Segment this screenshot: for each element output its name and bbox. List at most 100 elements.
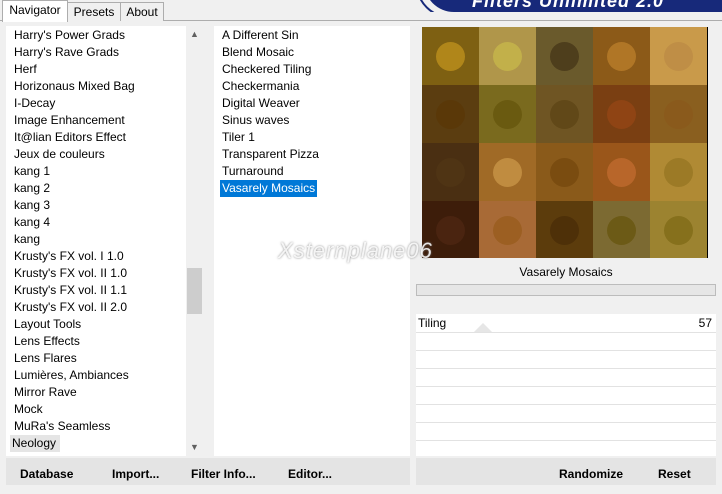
category-item[interactable]: Krusty's FX vol. I 1.0 bbox=[14, 248, 124, 265]
category-item[interactable]: kang 4 bbox=[14, 214, 50, 231]
filter-item[interactable]: Checkermania bbox=[220, 78, 301, 95]
reset-button[interactable]: Reset bbox=[658, 458, 691, 485]
preview-tile bbox=[536, 201, 593, 258]
filter-item[interactable]: Checkered Tiling bbox=[220, 61, 313, 78]
banner-title: Filters Unlimited 2.0 bbox=[472, 0, 665, 11]
banner: Filters Unlimited 2.0 bbox=[410, 0, 722, 12]
randomize-button[interactable]: Randomize bbox=[559, 458, 623, 485]
parameter-panel: Tiling 57 bbox=[416, 314, 716, 456]
divider bbox=[416, 350, 716, 351]
preview-tile-dot bbox=[607, 100, 636, 129]
parameter-label: Tiling bbox=[418, 316, 447, 330]
scroll-thumb[interactable] bbox=[187, 268, 202, 314]
preview-tile-dot bbox=[436, 158, 465, 187]
category-item[interactable]: kang 3 bbox=[14, 197, 50, 214]
filter-info-button[interactable]: Filter Info... bbox=[191, 458, 256, 485]
category-item[interactable]: MuRa's Seamless bbox=[14, 418, 110, 435]
filter-item[interactable]: Transparent Pizza bbox=[220, 146, 321, 163]
filter-item[interactable]: Turnaround bbox=[220, 163, 286, 180]
parameter-row-tiling[interactable]: Tiling 57 bbox=[416, 314, 716, 332]
preview-tile-dot bbox=[664, 100, 693, 129]
preview-tile bbox=[479, 143, 536, 201]
filter-item[interactable]: Tiler 1 bbox=[220, 129, 257, 146]
right-button-bar: Randomize Reset bbox=[416, 458, 716, 485]
preview-tile bbox=[536, 143, 593, 201]
preview-tile bbox=[650, 143, 707, 201]
filter-item[interactable]: Sinus waves bbox=[220, 112, 291, 129]
preview-tile bbox=[593, 85, 650, 143]
database-button[interactable]: Database bbox=[20, 458, 73, 485]
category-item[interactable]: It@lian Editors Effect bbox=[14, 129, 126, 146]
left-button-bar: Database Import... Filter Info... Editor… bbox=[6, 458, 410, 485]
category-list[interactable]: Harry's Power Grads Harry's Rave Grads Her… bbox=[6, 26, 186, 456]
category-item[interactable]: Lumières, Ambiances bbox=[14, 367, 129, 384]
import-button[interactable]: Import... bbox=[112, 458, 159, 485]
preview-tile bbox=[650, 85, 707, 143]
preview-tile bbox=[650, 27, 707, 85]
divider bbox=[416, 440, 716, 441]
preview-tile-dot bbox=[436, 100, 465, 129]
tab-presets[interactable]: Presets bbox=[67, 2, 121, 21]
category-item[interactable]: Horizonaus Mixed Bag bbox=[14, 78, 135, 95]
category-item[interactable]: Harry's Power Grads bbox=[14, 27, 125, 44]
preview-tile-dot bbox=[493, 158, 522, 187]
slider-marker-icon[interactable] bbox=[474, 323, 492, 332]
filter-item[interactable]: Vasarely Mosaics bbox=[220, 180, 318, 197]
category-item[interactable]: Mirror Rave bbox=[14, 384, 77, 401]
preview-tile-dot bbox=[607, 216, 636, 245]
category-item[interactable]: Harry's Rave Grads bbox=[14, 44, 119, 61]
preview-tile bbox=[479, 85, 536, 143]
preview-tile-dot bbox=[550, 42, 579, 71]
filter-preview bbox=[422, 27, 708, 258]
category-item[interactable]: Neology bbox=[10, 435, 61, 452]
preview-tile-dot bbox=[550, 216, 579, 245]
filter-item[interactable]: Blend Mosaic bbox=[220, 44, 296, 61]
category-item[interactable]: Mock bbox=[14, 401, 43, 418]
preview-tile bbox=[536, 27, 593, 85]
progress-bar bbox=[416, 284, 716, 296]
preview-tile bbox=[479, 27, 536, 85]
preview-tile bbox=[593, 201, 650, 258]
preview-tile-dot bbox=[607, 158, 636, 187]
category-item[interactable]: Herf bbox=[14, 61, 37, 78]
category-item[interactable]: kang bbox=[14, 231, 40, 248]
preview-tile-dot bbox=[493, 216, 522, 245]
preview-tile-dot bbox=[550, 158, 579, 187]
category-item[interactable]: kang 1 bbox=[14, 163, 50, 180]
divider bbox=[416, 368, 716, 369]
category-item[interactable]: I-Decay bbox=[14, 95, 55, 112]
editor-button[interactable]: Editor... bbox=[288, 458, 332, 485]
preview-tile-dot bbox=[436, 216, 465, 245]
preview-tile bbox=[650, 201, 707, 258]
category-scrollbar[interactable]: ▲ ▼ bbox=[186, 26, 203, 456]
filter-item[interactable]: A Different Sin bbox=[220, 27, 301, 44]
divider bbox=[416, 386, 716, 387]
preview-tile-dot bbox=[493, 100, 522, 129]
preview-tile bbox=[422, 143, 479, 201]
category-item[interactable]: kang 2 bbox=[14, 180, 50, 197]
category-item[interactable]: Jeux de couleurs bbox=[14, 146, 105, 163]
divider bbox=[416, 422, 716, 423]
filter-item[interactable]: Digital Weaver bbox=[220, 95, 302, 112]
tab-navigator[interactable]: Navigator bbox=[2, 0, 68, 22]
preview-tile-dot bbox=[607, 42, 636, 71]
category-item[interactable]: Lens Effects bbox=[14, 333, 80, 350]
category-item[interactable]: Image Enhancement bbox=[14, 112, 125, 129]
chevron-down-icon[interactable]: ▼ bbox=[186, 439, 203, 456]
watermark: Xsternplane06 bbox=[278, 238, 433, 263]
preview-filter-name: Vasarely Mosaics bbox=[519, 265, 613, 279]
category-item[interactable]: Krusty's FX vol. II 2.0 bbox=[14, 299, 127, 316]
category-item[interactable]: Lens Flares bbox=[14, 350, 77, 367]
parameter-value: 57 bbox=[698, 316, 712, 330]
category-item[interactable]: Layout Tools bbox=[14, 316, 81, 333]
preview-tile bbox=[422, 27, 479, 85]
preview-tile bbox=[593, 27, 650, 85]
tab-about[interactable]: About bbox=[120, 2, 164, 21]
preview-tile bbox=[422, 85, 479, 143]
chevron-up-icon[interactable]: ▲ bbox=[186, 26, 203, 43]
preview-tile-dot bbox=[550, 100, 579, 129]
category-item[interactable]: Krusty's FX vol. II 1.0 bbox=[14, 265, 127, 282]
divider bbox=[416, 404, 716, 405]
preview-tile bbox=[536, 85, 593, 143]
category-item[interactable]: Krusty's FX vol. II 1.1 bbox=[14, 282, 127, 299]
